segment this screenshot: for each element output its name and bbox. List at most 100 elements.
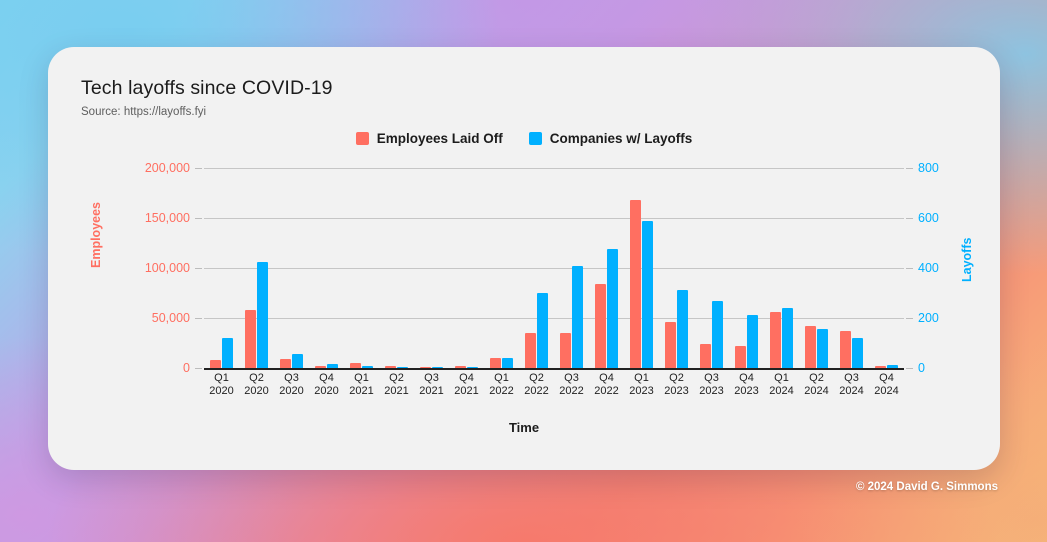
bar-employees[interactable] <box>630 200 641 368</box>
x-axis-tick-label: Q2 2021 <box>384 372 409 397</box>
y-axis-tick-mark-right <box>906 318 913 319</box>
x-axis-tick-label: Q2 2022 <box>524 372 549 397</box>
y-axis-tick-mark-left <box>195 318 202 319</box>
y-axis-tick-label-left: 100,000 <box>144 261 190 275</box>
x-axis-tick-label: Q2 2024 <box>804 372 829 397</box>
bar-group <box>449 168 484 368</box>
x-axis-tick-label: Q1 2024 <box>769 372 794 397</box>
bar-companies[interactable] <box>222 338 233 368</box>
y-axis-title-left: Employees <box>89 201 103 268</box>
bar-employees[interactable] <box>490 358 501 368</box>
bar-group <box>694 168 729 368</box>
bar-companies[interactable] <box>817 328 828 368</box>
bar-companies[interactable] <box>502 358 513 368</box>
legend-swatch-companies-icon <box>528 132 542 145</box>
bar-group <box>799 168 834 368</box>
y-axis-tick-mark-left <box>195 268 202 269</box>
bar-group <box>764 168 799 368</box>
bar-group <box>484 168 519 368</box>
x-axis-tick-label: Q1 2022 <box>489 372 514 397</box>
y-axis-tick-mark-right <box>906 218 913 219</box>
legend-label-employees: Employees Laid Off <box>376 131 503 146</box>
x-axis-tick-label: Q3 2021 <box>419 372 444 397</box>
bar-group <box>309 168 344 368</box>
chart-source: Source: https://layoffs.fyi <box>81 106 207 118</box>
y-axis-title-right: Layoffs <box>960 237 974 282</box>
bar-companies[interactable] <box>712 300 723 368</box>
footer-credit: © 2024 David G. Simmons <box>855 481 998 493</box>
x-axis-tick-label: Q4 2023 <box>734 372 759 397</box>
bar-companies[interactable] <box>852 338 863 368</box>
bar-group <box>589 168 624 368</box>
bar-companies[interactable] <box>572 265 583 368</box>
x-axis-tick-label: Q2 2023 <box>664 372 689 397</box>
y-axis-tick-label-right: 600 <box>918 211 939 225</box>
x-axis-tick-labels: Q1 2020 Q2 2020 Q3 2020 Q4 2020 Q1 2021 Q2 2021 Q3 20… <box>204 372 904 398</box>
x-axis-tick-label: Q1 2023 <box>629 372 654 397</box>
bar-group <box>834 168 869 368</box>
bar-employees[interactable] <box>210 360 221 368</box>
y-axis-tick-label-left: 50,000 <box>151 311 190 325</box>
bar-companies[interactable] <box>292 353 303 368</box>
x-axis-tick-label: Q3 2020 <box>279 372 304 397</box>
bar-companies[interactable] <box>607 249 618 368</box>
bar-group <box>869 168 904 368</box>
bar-group <box>274 168 309 368</box>
bar-group <box>519 168 554 368</box>
bar-employees[interactable] <box>840 331 851 368</box>
bar-employees[interactable] <box>805 326 816 368</box>
legend-item-employees[interactable]: Employees Laid Off <box>355 131 503 146</box>
bar-group <box>344 168 379 368</box>
bar-employees[interactable] <box>595 284 606 368</box>
x-axis-tick-label: Q1 2020 <box>209 372 234 397</box>
y-axis-tick-label-right: 800 <box>918 161 939 175</box>
bar-companies[interactable] <box>257 261 268 368</box>
x-axis-title: Time <box>508 420 540 435</box>
y-axis-tick-label-left: 200,000 <box>144 161 190 175</box>
y-axis-tick-label-right: 400 <box>918 261 939 275</box>
bar-group <box>379 168 414 368</box>
bar-employees[interactable] <box>770 312 781 368</box>
y-axis-tick-mark-left <box>195 218 202 219</box>
legend-swatch-employees-icon <box>355 132 369 145</box>
bar-employees[interactable] <box>280 358 291 368</box>
bars-layer <box>204 168 904 368</box>
legend-label-companies: Companies w/ Layoffs <box>549 131 693 146</box>
chart-title: Tech layoffs since COVID-19 <box>81 77 333 99</box>
legend-item-companies[interactable]: Companies w/ Layoffs <box>528 131 693 146</box>
y-axis-tick-label-right: 200 <box>918 311 939 325</box>
y-axis-tick-mark-left <box>195 368 202 369</box>
y-axis-tick-mark-right <box>906 268 913 269</box>
bar-employees[interactable] <box>700 344 711 368</box>
bar-employees[interactable] <box>245 310 256 368</box>
bar-companies[interactable] <box>537 293 548 368</box>
x-axis-tick-label: Q3 2024 <box>839 372 864 397</box>
y-axis-tick-mark-left <box>195 168 202 169</box>
bar-companies[interactable] <box>782 308 793 368</box>
bar-group <box>729 168 764 368</box>
plot-area: 0 0 50,000 200 100,000 400 150,000 600 200,000 80… <box>145 161 939 375</box>
bar-group <box>554 168 589 368</box>
y-axis-tick-mark-right <box>906 368 913 369</box>
bar-employees[interactable] <box>735 345 746 368</box>
x-axis-tick-label: Q4 2020 <box>314 372 339 397</box>
x-axis-tick-label: Q4 2024 <box>874 372 899 397</box>
bar-group <box>624 168 659 368</box>
bar-group <box>204 168 239 368</box>
chart-legend: Employees Laid Off Companies w/ Layoffs <box>48 131 1000 146</box>
y-axis-tick-label-left: 150,000 <box>144 211 190 225</box>
bar-companies[interactable] <box>677 290 688 368</box>
y-axis-tick-mark-right <box>906 168 913 169</box>
y-axis-tick-label-right: 0 <box>918 361 925 375</box>
bar-companies[interactable] <box>747 315 758 368</box>
x-axis-line <box>204 368 904 370</box>
bar-employees[interactable] <box>525 333 536 368</box>
x-axis-tick-label: Q4 2021 <box>454 372 479 397</box>
bar-group <box>414 168 449 368</box>
x-axis-tick-label: Q1 2021 <box>349 372 374 397</box>
bar-employees[interactable] <box>560 333 571 368</box>
bar-employees[interactable] <box>665 322 676 368</box>
chart-card: Tech layoffs since COVID-19 Source: http… <box>48 47 1000 470</box>
bar-companies[interactable] <box>642 221 653 368</box>
y-axis-tick-label-left: 0 <box>183 361 190 375</box>
